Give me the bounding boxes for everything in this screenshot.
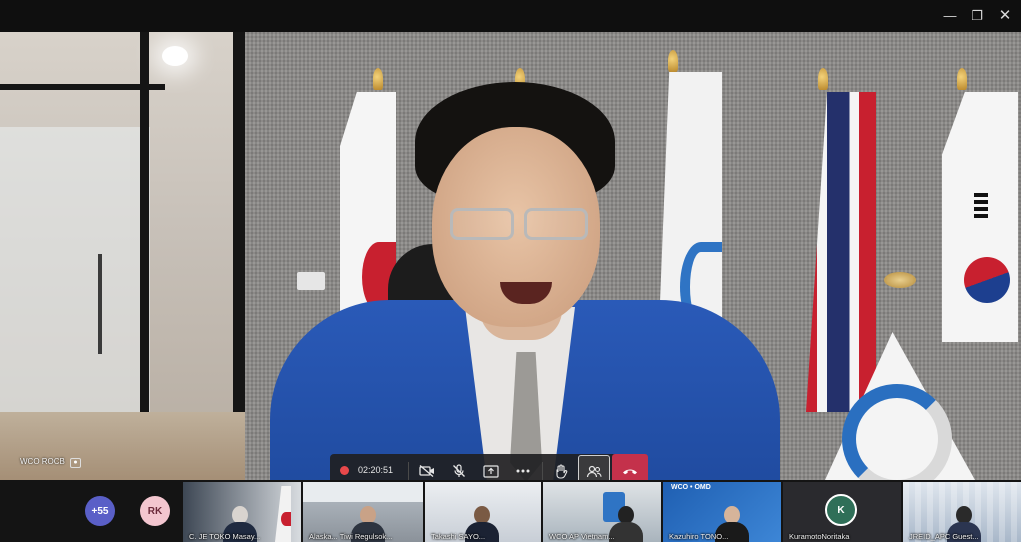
call-timer: 02:20:51 (358, 465, 394, 475)
participant-name: KuramotoNoritaka (789, 532, 850, 541)
camera-off-icon (419, 465, 434, 477)
participant-name: C. JE TOKO Masay... (189, 532, 261, 541)
camera-off-button[interactable] (410, 454, 444, 480)
share-tray-icon (483, 464, 499, 478)
mic-off-icon (453, 464, 465, 477)
participant-name-label: WCO ROCB (20, 457, 65, 466)
leave-call-button[interactable] (612, 454, 648, 480)
speaker-glasses (450, 208, 590, 242)
mute-button[interactable] (442, 454, 476, 480)
flag-pole-finial (957, 68, 967, 90)
japan-flag (275, 486, 291, 542)
office-background (0, 32, 255, 480)
office-floor (0, 412, 255, 480)
participant-avatar-k: K (825, 494, 857, 526)
participant-tile[interactable]: WCO AP Vietnam... (543, 482, 661, 542)
raise-hand-icon (556, 463, 568, 479)
show-participants-button[interactable] (578, 455, 610, 480)
divider (408, 462, 409, 480)
person-icon: ● (70, 458, 81, 468)
participant-tile[interactable]: Takashi SAYO... (425, 482, 541, 542)
participant-name: Alaska... Tiwi Regulsok... (309, 532, 393, 541)
flag-pole-finial (373, 68, 383, 90)
participant-avatar-rk[interactable]: RK (140, 496, 170, 526)
korea-flag (942, 92, 1018, 342)
more-actions-button[interactable] (506, 454, 540, 480)
flag-pole-finial (818, 68, 828, 90)
restore-icon[interactable]: ❐ (967, 6, 987, 26)
flag-pole-finial (884, 272, 916, 288)
flag-pole-finial (668, 50, 678, 72)
participant-name: Kazuhiro TONO... (669, 532, 729, 541)
participant-tile[interactable]: K KuramotoNoritaka (783, 482, 901, 542)
ceiling-light (162, 46, 188, 66)
call-control-bar: 02:20:51 (330, 454, 648, 480)
divider (542, 462, 543, 480)
participant-tile[interactable]: JREID_APC Guest... (903, 482, 1021, 542)
minimize-icon[interactable]: — (940, 6, 960, 26)
participant-name: Takashi SAYO... (431, 532, 486, 541)
participant-tile[interactable]: Alaska... Tiwi Regulsok... (303, 482, 423, 542)
close-icon[interactable]: ✕ (995, 6, 1015, 26)
ceiling (303, 482, 423, 502)
participant-strip: +55 RK C. JE TOKO Masay... Alaska... Tiw… (0, 480, 1021, 542)
main-video-stage: WCO ROCB ● 02:20:51 (0, 32, 1021, 480)
overflow-participants-badge[interactable]: +55 (85, 496, 115, 526)
share-screen-button[interactable] (474, 454, 508, 480)
participant-tile[interactable]: C. JE TOKO Masay... (183, 482, 301, 542)
wall-switch (297, 272, 325, 290)
participant-name: WCO AP Vietnam... (549, 532, 615, 541)
hang-up-icon (623, 469, 637, 475)
raise-hand-button[interactable] (544, 454, 578, 480)
recording-indicator-icon (340, 466, 349, 475)
participant-name: JREID_APC Guest... (909, 532, 979, 541)
participant-tile[interactable]: WCO • OMD Kazuhiro TONO... (663, 482, 781, 542)
door-handle (98, 254, 102, 354)
window-titlebar: — ❐ ✕ (0, 0, 1021, 32)
more-icon (516, 469, 530, 473)
wco-banner-text: WCO • OMD (671, 484, 711, 491)
participants-icon (586, 465, 602, 477)
